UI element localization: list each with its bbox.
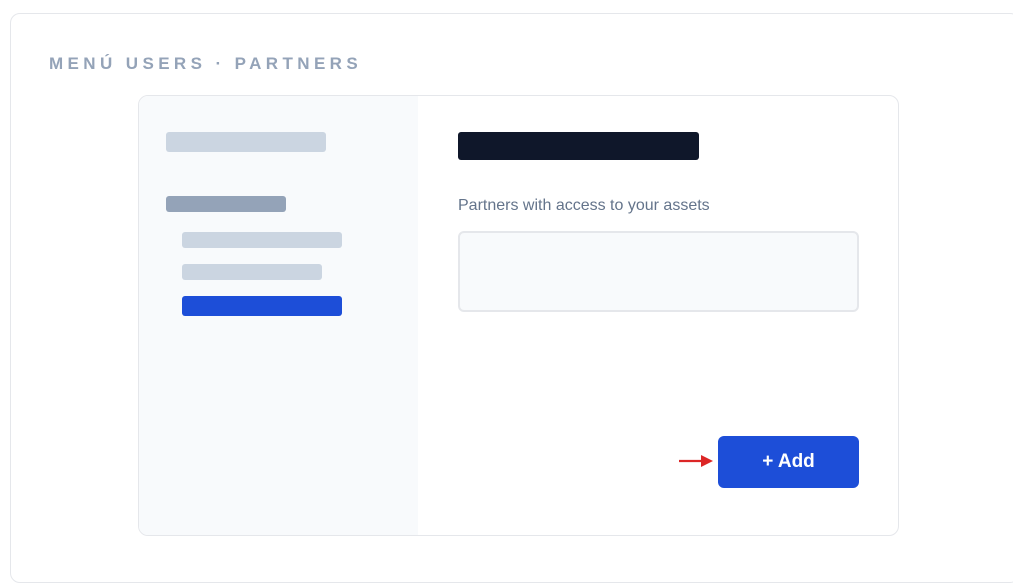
partners-list-box [458,231,859,312]
sidebar-item-placeholder[interactable] [182,264,322,280]
page-title-placeholder [458,132,699,160]
right-arrow-icon [679,455,713,467]
sidebar-item-partners-active[interactable] [182,296,342,316]
sidebar [139,96,418,535]
sidebar-title-placeholder [166,132,326,152]
sidebar-item-placeholder[interactable] [182,232,342,248]
sidebar-section-placeholder [166,196,286,212]
app-window-mockup: Partners with access to your assets + Ad… [138,95,899,536]
add-partner-button[interactable]: + Add [718,436,859,488]
menu-path-caption: MENÚ USERS · PARTNERS [49,54,363,73]
partners-section-label: Partners with access to your assets [458,197,710,214]
